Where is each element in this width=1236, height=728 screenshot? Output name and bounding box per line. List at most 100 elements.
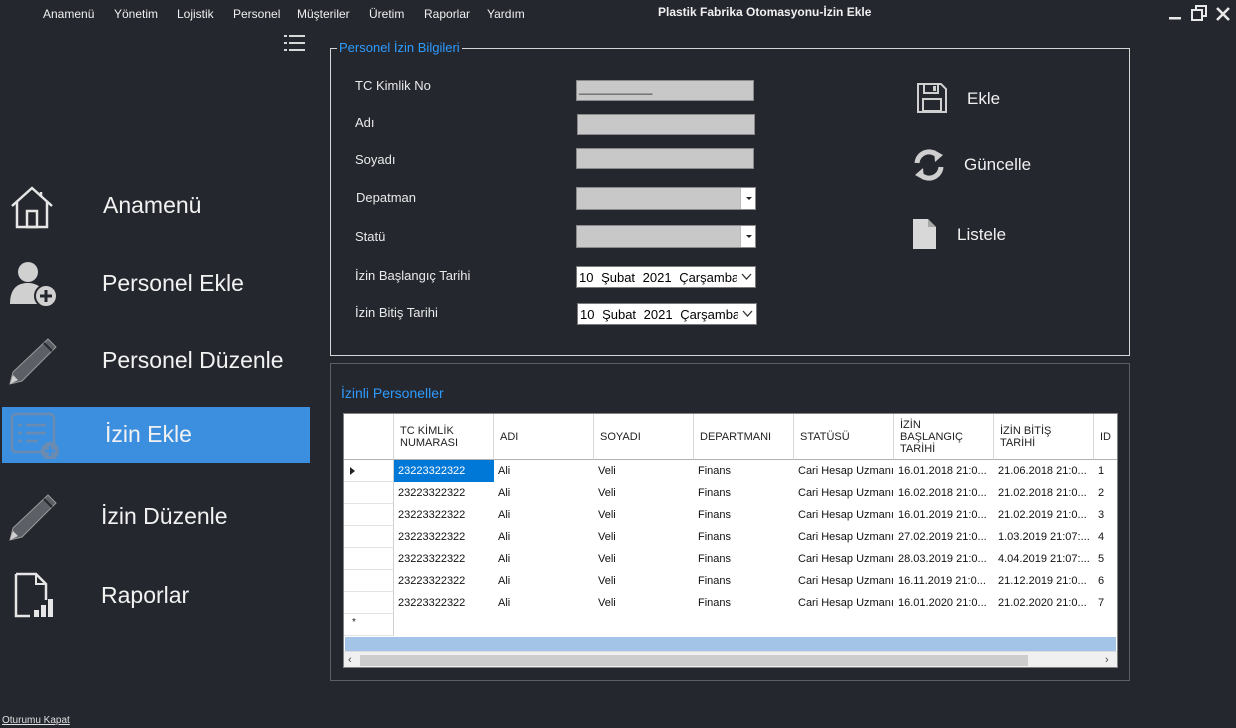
table-cell-surname[interactable]: Veli xyxy=(594,482,694,504)
department-select[interactable] xyxy=(576,187,756,210)
name-input[interactable] xyxy=(577,114,755,135)
table-cell-surname[interactable]: Veli xyxy=(594,504,694,526)
column-header-name[interactable]: ADI xyxy=(494,414,594,460)
table-cell-end-date[interactable]: 21.12.2019 21:0... xyxy=(994,570,1094,592)
table-cell-tc[interactable]: 23223322322 xyxy=(394,504,494,526)
scroll-right-icon[interactable]: › xyxy=(1105,655,1109,666)
table-cell-start-date[interactable]: 16.11.2019 21:0... xyxy=(894,570,994,592)
new-row-header[interactable]: * xyxy=(344,614,394,636)
row-header[interactable] xyxy=(344,548,394,570)
table-cell-status[interactable]: Cari Hesap Uzmanı xyxy=(794,592,894,614)
leave-data-grid[interactable]: TC KİMLİK NUMARASI ADI SOYADI DEPARTMANI… xyxy=(343,413,1118,668)
scroll-left-icon[interactable]: ‹ xyxy=(348,655,352,666)
table-cell-tc[interactable]: 23223322322 xyxy=(394,526,494,548)
row-header[interactable] xyxy=(344,526,394,548)
sidebar-item-personel-ekle[interactable]: Personel Ekle xyxy=(2,256,310,312)
table-cell-name[interactable]: Ali xyxy=(494,526,594,548)
close-icon[interactable] xyxy=(1215,4,1231,27)
horizontal-scrollbar[interactable]: ‹ › xyxy=(344,651,1117,667)
table-cell-end-date[interactable]: 21.02.2018 21:0... xyxy=(994,482,1094,504)
sidebar-item-raporlar[interactable]: Raporlar xyxy=(2,568,310,624)
tc-input[interactable]: ___________ xyxy=(576,80,754,101)
hamburger-menu-icon[interactable] xyxy=(284,34,306,52)
minimize-icon[interactable] xyxy=(1168,4,1182,27)
table-cell-tc[interactable]: 23223322322 xyxy=(394,570,494,592)
sidebar-item-izin-ekle[interactable]: İzin Ekle xyxy=(2,407,310,463)
table-cell-department[interactable]: Finans xyxy=(694,592,794,614)
menu-raporlar[interactable]: Raporlar xyxy=(424,7,470,21)
table-cell-surname[interactable]: Veli xyxy=(594,570,694,592)
table-cell-start-date[interactable]: 16.02.2018 21:0... xyxy=(894,482,994,504)
table-cell-department[interactable]: Finans xyxy=(694,548,794,570)
table-cell-name[interactable]: Ali xyxy=(494,482,594,504)
table-cell-name[interactable]: Ali xyxy=(494,548,594,570)
table-cell-name[interactable]: Ali xyxy=(494,570,594,592)
logout-link[interactable]: Oturumu Kapat xyxy=(2,715,70,726)
surname-input[interactable] xyxy=(576,148,754,169)
row-header[interactable] xyxy=(344,592,394,614)
column-header-end-date[interactable]: İZİN BİTİŞ TARİHİ xyxy=(994,414,1094,460)
table-cell-surname[interactable]: Veli xyxy=(594,526,694,548)
row-header[interactable] xyxy=(344,460,394,482)
table-cell-start-date[interactable]: 16.01.2020 21:0... xyxy=(894,592,994,614)
restore-icon[interactable] xyxy=(1190,4,1208,27)
start-date-picker[interactable]: 10 Şubat 2021 Çarşamba xyxy=(576,266,756,288)
sidebar-item-anamenu[interactable]: Anamenü xyxy=(2,178,310,234)
table-cell-name[interactable]: Ali xyxy=(494,460,594,482)
table-cell-id[interactable]: 3 xyxy=(1094,504,1117,526)
table-cell-end-date[interactable]: 21.06.2018 21:0... xyxy=(994,460,1094,482)
menu-yonetim[interactable]: Yönetim xyxy=(114,7,158,21)
list-button[interactable]: Listele xyxy=(910,217,1010,251)
table-cell-tc[interactable]: 23223322322 xyxy=(394,482,494,504)
table-cell-department[interactable]: Finans xyxy=(694,460,794,482)
table-cell-start-date[interactable]: 28.03.2019 21:0... xyxy=(894,548,994,570)
column-header-start-date[interactable]: İZİN BAŞLANGIÇ TARİHİ xyxy=(894,414,994,460)
table-cell-name[interactable]: Ali xyxy=(494,592,594,614)
table-cell-tc[interactable]: 23223322322 xyxy=(394,548,494,570)
menu-musteriler[interactable]: Müşteriler xyxy=(297,7,350,21)
scrollbar-thumb[interactable] xyxy=(360,655,1028,666)
table-cell-start-date[interactable]: 16.01.2018 21:0... xyxy=(894,460,994,482)
sidebar-item-personel-duzenle[interactable]: Personel Düzenle xyxy=(2,333,310,389)
table-cell-department[interactable]: Finans xyxy=(694,504,794,526)
table-cell-status[interactable]: Cari Hesap Uzmanı xyxy=(794,570,894,592)
menu-anamenu[interactable]: Anamenü xyxy=(43,7,94,21)
table-cell-status[interactable]: Cari Hesap Uzmanı xyxy=(794,504,894,526)
table-cell-end-date[interactable]: 4.04.2019 21:07:... xyxy=(994,548,1094,570)
update-button[interactable]: Güncelle xyxy=(910,146,1035,184)
table-cell-status[interactable]: Cari Hesap Uzmanı xyxy=(794,482,894,504)
column-header-id[interactable]: ID xyxy=(1094,414,1117,460)
add-button[interactable]: Ekle xyxy=(914,82,1004,116)
table-cell-start-date[interactable]: 16.01.2019 21:0... xyxy=(894,504,994,526)
status-select[interactable] xyxy=(576,225,756,248)
table-cell-name[interactable]: Ali xyxy=(494,504,594,526)
table-cell-status[interactable]: Cari Hesap Uzmanı xyxy=(794,548,894,570)
table-cell-department[interactable]: Finans xyxy=(694,526,794,548)
column-header-tc[interactable]: TC KİMLİK NUMARASI xyxy=(394,414,494,460)
sidebar-item-izin-duzenle[interactable]: İzin Düzenle xyxy=(2,489,310,545)
table-cell-surname[interactable]: Veli xyxy=(594,460,694,482)
table-cell-id[interactable]: 6 xyxy=(1094,570,1117,592)
table-cell-tc[interactable]: 23223322322 xyxy=(394,592,494,614)
menu-uretim[interactable]: Üretim xyxy=(369,7,404,21)
menu-yardim[interactable]: Yardım xyxy=(487,7,525,21)
table-cell-id[interactable]: 4 xyxy=(1094,526,1117,548)
column-header-status[interactable]: STATÜSÜ xyxy=(794,414,894,460)
table-cell-id[interactable]: 5 xyxy=(1094,548,1117,570)
menu-lojistik[interactable]: Lojistik xyxy=(177,7,214,21)
table-cell-id[interactable]: 2 xyxy=(1094,482,1117,504)
row-header[interactable] xyxy=(344,570,394,592)
table-cell-id[interactable]: 1 xyxy=(1094,460,1117,482)
table-cell-status[interactable]: Cari Hesap Uzmanı xyxy=(794,460,894,482)
end-date-picker[interactable]: 10 Şubat 2021 Çarşamba xyxy=(577,303,757,325)
table-cell-end-date[interactable]: 21.02.2020 21:0... xyxy=(994,592,1094,614)
row-header[interactable] xyxy=(344,482,394,504)
row-header[interactable] xyxy=(344,504,394,526)
table-cell-department[interactable]: Finans xyxy=(694,570,794,592)
table-cell-end-date[interactable]: 1.03.2019 21:07:... xyxy=(994,526,1094,548)
table-cell-surname[interactable]: Veli xyxy=(594,592,694,614)
table-cell-tc[interactable]: 23223322322 xyxy=(394,460,494,482)
column-header-department[interactable]: DEPARTMANI xyxy=(694,414,794,460)
table-cell-end-date[interactable]: 21.02.2019 21:0... xyxy=(994,504,1094,526)
table-cell-department[interactable]: Finans xyxy=(694,482,794,504)
